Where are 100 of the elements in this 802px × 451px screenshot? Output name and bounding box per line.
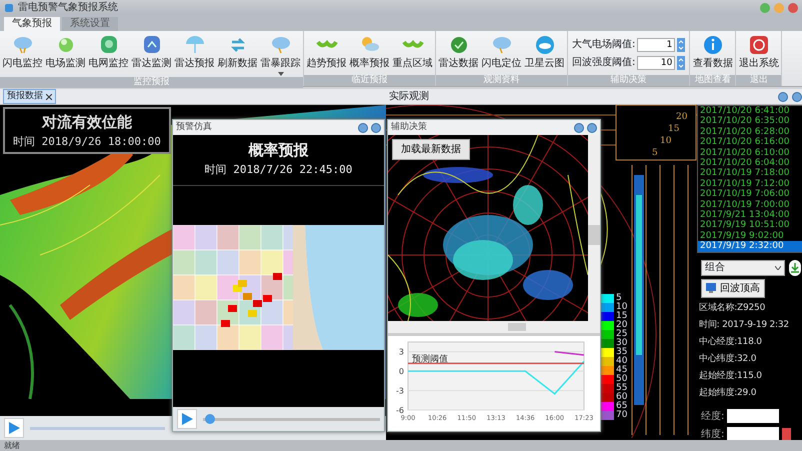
- monitor-icon: [706, 283, 716, 294]
- document-tab[interactable]: 预报数据: [3, 88, 56, 104]
- ribbon-tab[interactable]: 气象预报: [4, 17, 60, 31]
- threshold-label: 预测阈值: [412, 354, 448, 364]
- number-field[interactable]: 10: [637, 56, 676, 70]
- time-list-item[interactable]: 2017/10/19 7:12:00: [698, 178, 802, 190]
- close-button[interactable]: [788, 2, 798, 12]
- close-icon[interactable]: [46, 94, 52, 100]
- ribbon-button[interactable]: 刷新数据: [216, 33, 259, 72]
- field-label: 纬度:: [701, 428, 724, 440]
- time-list-item[interactable]: 2017/10/20 6:04:00: [698, 158, 802, 168]
- number-field[interactable]: 1: [637, 38, 676, 52]
- info-text: 中心经度:118.0: [698, 336, 763, 349]
- close-button[interactable]: [371, 122, 381, 132]
- ribbon-button[interactable]: 雷达预报: [173, 33, 216, 72]
- group-label: 观测资料: [436, 75, 567, 86]
- axis-tick-label: -3: [396, 386, 404, 396]
- close-button[interactable]: [792, 92, 802, 102]
- info-icon: [702, 34, 724, 55]
- legend-label: 40: [616, 357, 628, 366]
- legend-label: 50: [616, 375, 628, 384]
- info-text: 区域名称:Z9250: [698, 302, 766, 315]
- height-label: 20: [676, 111, 688, 124]
- info-text: 时间: 2017-9-19 2:32: [698, 318, 790, 332]
- time-list-item[interactable]: 2017/10/20 6:10:00: [698, 148, 802, 158]
- ribbon-button[interactable]: 退出系统: [737, 33, 780, 72]
- play-icon: [8, 422, 20, 434]
- info-text: 起始经度:115.0: [698, 370, 763, 383]
- play-button[interactable]: [4, 418, 24, 438]
- field-label: 回波强度阈值:: [572, 56, 636, 70]
- spinner-icon[interactable]: [677, 56, 686, 70]
- text-field[interactable]: [727, 409, 780, 424]
- ribbon-button[interactable]: 雷达数据: [437, 33, 480, 72]
- pin-button[interactable]: [358, 122, 368, 132]
- download-button[interactable]: [789, 260, 801, 276]
- ribbon-button[interactable]: 重点区域: [391, 33, 434, 72]
- legend-label: 30: [616, 339, 628, 348]
- time-list-item[interactable]: 2017/9/19 9:02:00: [698, 230, 802, 242]
- ribbon-button[interactable]: 电网监控: [87, 33, 130, 72]
- close-button[interactable]: [587, 122, 597, 132]
- time-list-item[interactable]: 2017/10/20 6:41:00: [698, 106, 802, 116]
- time-list-item[interactable]: 2017/9/19 10:51:00: [698, 220, 802, 231]
- ribbon-button[interactable]: 卫星云图: [523, 33, 566, 72]
- group-label: 退出: [736, 75, 782, 86]
- slider-thumb[interactable]: [205, 414, 216, 424]
- ribbon-button[interactable]: 趋势预报: [305, 33, 348, 72]
- axis-tick-label: 3: [398, 348, 404, 357]
- axis-tick-label: -6: [396, 406, 404, 415]
- height-label: 5: [652, 147, 658, 160]
- ribbon-button[interactable]: 闪电定位: [480, 33, 523, 72]
- forecast-time: 时间 2018/7/26 22:45:00: [204, 162, 354, 178]
- time-list-item[interactable]: 2017/10/19 7:18:00: [698, 168, 802, 179]
- ribbon-button[interactable]: 闪电监控: [1, 33, 44, 72]
- time-list-item[interactable]: 2017/10/19 7:06:00: [698, 189, 802, 200]
- pin-button[interactable]: [574, 122, 584, 132]
- forecast-heading: 概率预报: [247, 140, 310, 161]
- map-time: 时间 2018/9/26 18:00:00: [13, 134, 161, 150]
- window-title: 预警仿真: [176, 120, 213, 134]
- download-icon: [791, 262, 799, 273]
- legend-label: 45: [616, 366, 628, 375]
- window-title: 雷电预警气象预报系统: [18, 0, 119, 15]
- time-list-item[interactable]: 2017/10/20 6:28:00: [698, 126, 802, 138]
- info-text: 中心纬度:32.0: [698, 352, 758, 366]
- group-label: 辅助决策: [568, 75, 690, 86]
- echo-top-button[interactable]: 回波顶高: [701, 278, 765, 298]
- legend-label: 10: [616, 303, 628, 312]
- legend-label: 15: [616, 312, 628, 321]
- spinner-icon[interactable]: [677, 38, 686, 52]
- legend-label: 60: [616, 393, 628, 402]
- ribbon-button[interactable]: 雷达监测: [130, 33, 173, 72]
- field-label: 大气电场阈值:: [572, 38, 636, 52]
- ribbon-button[interactable]: 概率预报: [348, 33, 391, 72]
- text-field[interactable]: [727, 427, 780, 440]
- group-label: 临近预报: [304, 75, 435, 86]
- ribbon-button[interactable]: 雷暴跟踪: [259, 33, 302, 77]
- time-list-item[interactable]: 2017/10/20 6:16:00: [698, 137, 802, 148]
- power-icon: [748, 34, 770, 55]
- pane-title: 实际观测: [389, 90, 430, 104]
- product-dropdown[interactable]: 组合: [701, 260, 785, 276]
- status-text: 就绪: [0, 440, 802, 451]
- axis-tick-label: 0: [398, 367, 404, 376]
- time-list-item[interactable]: 2017/10/19 7:00:00: [698, 200, 802, 210]
- series-line: [554, 350, 584, 356]
- legend-label: 35: [616, 348, 628, 357]
- time-list-item[interactable]: 2017/10/20 6:35:00: [698, 116, 802, 127]
- legend-label: 5: [616, 294, 623, 303]
- app-icon: [4, 2, 14, 12]
- load-data-button[interactable]: 加载最新数据: [392, 139, 470, 160]
- ribbon-button[interactable]: 查看数据: [691, 33, 734, 72]
- play-button[interactable]: [177, 409, 197, 429]
- umbrella-icon: [184, 34, 206, 55]
- pin-button[interactable]: [778, 92, 788, 102]
- caret-icon: [775, 266, 781, 270]
- ribbon-button[interactable]: 电场监测: [44, 33, 87, 72]
- legend-label: 20: [616, 321, 628, 330]
- time-list-item[interactable]: 2017/9/21 13:04:00: [698, 210, 802, 220]
- height-label: 10: [660, 135, 672, 148]
- height-label: 15: [668, 123, 680, 136]
- time-list-item[interactable]: 2017/9/19 2:32:00: [698, 241, 802, 252]
- tab-label: 预报数据: [7, 90, 43, 103]
